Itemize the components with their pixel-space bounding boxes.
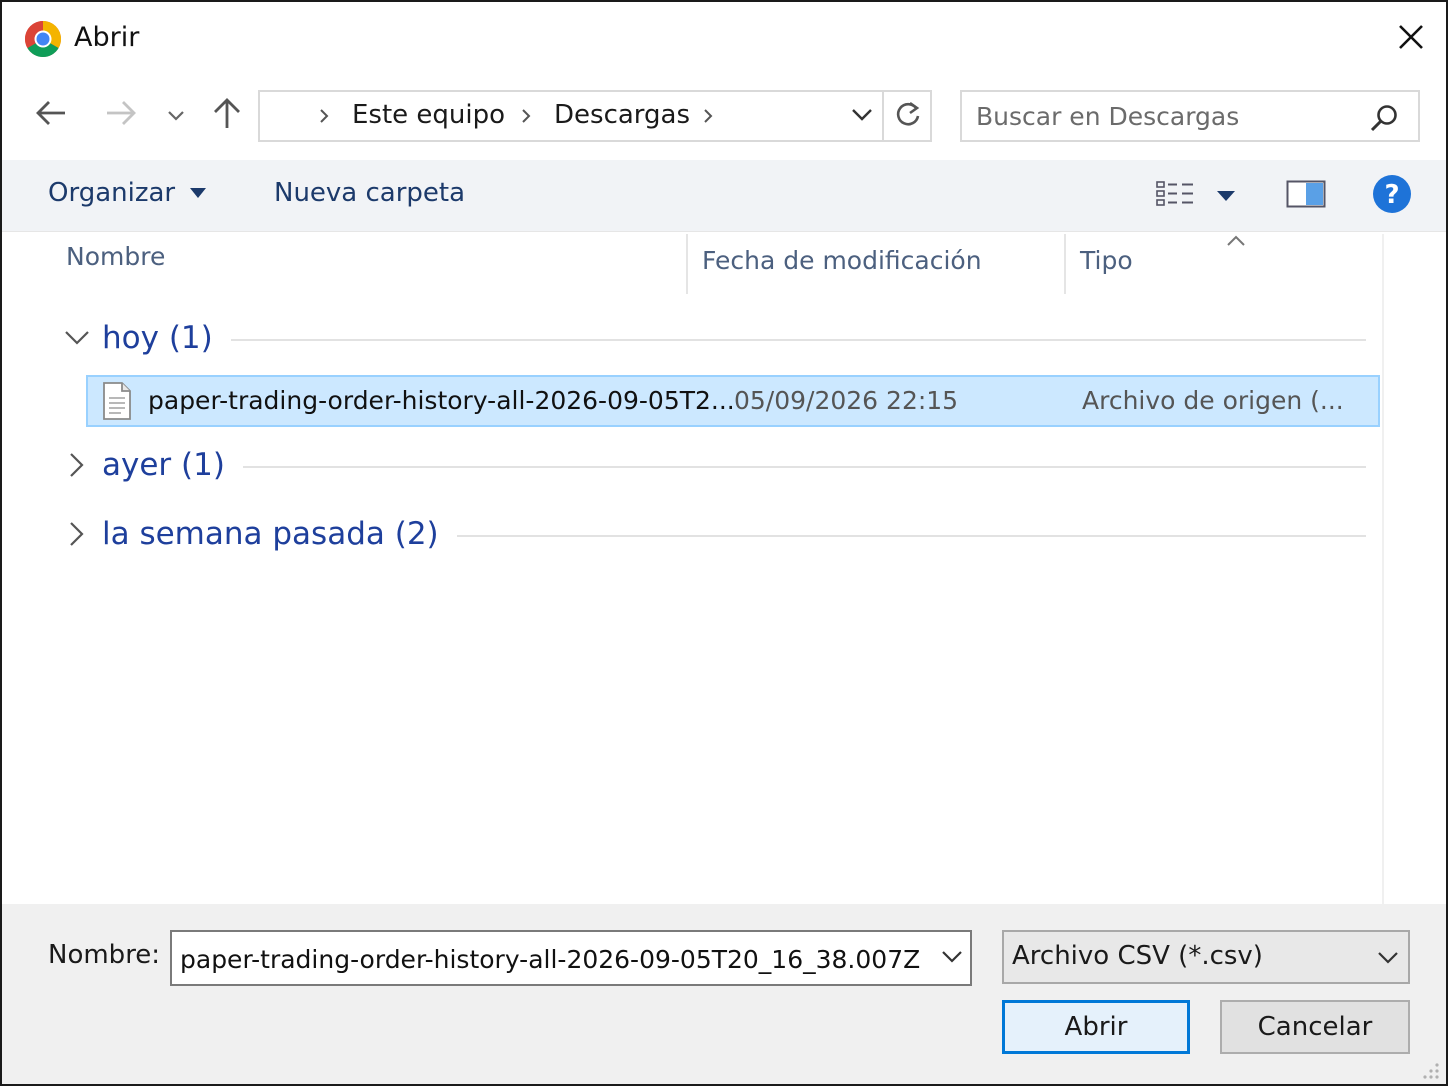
column-header-name[interactable]: Nombre — [66, 242, 165, 271]
svg-text:?: ? — [1384, 180, 1399, 210]
chevron-down-icon — [1370, 938, 1406, 978]
chevron-down-icon — [851, 107, 873, 126]
file-modified-date: 05/09/2026 22:15 — [734, 386, 959, 415]
group-semana-pasada[interactable]: la semana pasada (2) — [62, 506, 1366, 562]
title-bar: Abrir — [2, 2, 1446, 76]
breadcrumb-descargas[interactable]: Descargas — [554, 100, 690, 130]
column-header-modified[interactable]: Fecha de modificación — [702, 246, 982, 275]
help-button[interactable]: ? — [1368, 174, 1416, 218]
group-divider — [242, 466, 1366, 468]
filename-combobox[interactable] — [170, 930, 972, 986]
view-options-dropdown[interactable] — [1208, 174, 1244, 218]
file-row-selected[interactable]: paper-trading-order-history-all-2026-09-… — [86, 375, 1380, 427]
breadcrumb-este-equipo[interactable]: Este equipo — [352, 100, 505, 130]
scroll-track — [1382, 234, 1384, 904]
sort-ascending-icon — [1224, 230, 1248, 250]
resize-grip-icon[interactable] — [1420, 1060, 1440, 1080]
chevron-right-icon — [698, 104, 718, 128]
forward-button[interactable] — [98, 94, 144, 136]
up-folder-button[interactable] — [204, 94, 250, 136]
address-divider — [882, 92, 884, 140]
new-folder-button[interactable]: Nueva carpeta — [274, 178, 465, 208]
back-button[interactable] — [28, 94, 74, 136]
arrow-up-icon — [212, 97, 242, 133]
search-icon[interactable] — [1366, 100, 1402, 136]
search-input[interactable] — [976, 98, 1356, 134]
window-title: Abrir — [74, 22, 140, 53]
group-label: hoy (1) — [102, 320, 213, 356]
column-divider[interactable] — [1064, 234, 1066, 294]
search-box[interactable] — [960, 90, 1420, 142]
file-name: paper-trading-order-history-all-2026-09-… — [148, 386, 735, 415]
arrow-right-icon — [105, 99, 137, 131]
organize-button[interactable]: Organizar — [48, 178, 207, 208]
command-toolbar: Organizar Nueva carpeta ? — [2, 160, 1446, 232]
close-icon — [1398, 24, 1424, 54]
chevron-down-icon — [62, 323, 92, 353]
group-divider — [456, 535, 1366, 537]
recent-locations-button[interactable] — [156, 94, 196, 136]
details-view-icon — [1155, 179, 1195, 213]
dialog-footer: Nombre: Archivo CSV (*.csv) Abrir Cancel… — [2, 904, 1446, 1084]
file-icon — [102, 381, 132, 421]
caret-down-icon — [1216, 187, 1236, 206]
chevron-right-icon — [62, 450, 92, 480]
column-divider[interactable] — [686, 234, 688, 294]
close-button[interactable] — [1388, 16, 1434, 62]
address-history-dropdown[interactable] — [844, 94, 880, 138]
filename-input[interactable] — [180, 940, 920, 978]
column-header-type[interactable]: Tipo — [1080, 246, 1133, 275]
chevron-right-icon — [314, 104, 334, 128]
preview-pane-button[interactable] — [1282, 174, 1330, 218]
filename-dropdown-button[interactable] — [934, 938, 970, 978]
chevron-down-icon — [941, 949, 963, 968]
group-label: la semana pasada (2) — [102, 516, 439, 552]
open-file-dialog: Abrir Este equipo Descargas Buscar en De… — [0, 0, 1448, 1086]
group-ayer[interactable]: ayer (1) — [62, 437, 1366, 493]
chevron-right-icon — [516, 104, 536, 128]
address-bar[interactable]: Este equipo Descargas — [258, 90, 932, 142]
refresh-icon — [894, 100, 922, 132]
arrow-left-icon — [35, 99, 67, 131]
chevron-down-icon — [168, 106, 184, 125]
chevron-right-icon — [62, 519, 92, 549]
group-label: ayer (1) — [102, 447, 225, 483]
change-view-button[interactable] — [1152, 174, 1198, 218]
filename-label: Nombre: — [48, 940, 161, 970]
help-icon: ? — [1372, 174, 1412, 218]
file-type-filter-value: Archivo CSV (*.csv) — [1012, 941, 1263, 971]
organize-label: Organizar — [48, 178, 176, 208]
file-type: Archivo de origen (... — [1082, 386, 1344, 415]
chrome-icon — [24, 20, 62, 58]
cancel-button[interactable]: Cancelar — [1220, 1000, 1410, 1054]
file-type-filter-select[interactable]: Archivo CSV (*.csv) — [1002, 930, 1410, 984]
preview-pane-icon — [1286, 180, 1326, 212]
open-button[interactable]: Abrir — [1002, 1000, 1190, 1054]
caret-down-icon — [189, 187, 207, 199]
refresh-button[interactable] — [886, 94, 930, 138]
group-hoy[interactable]: hoy (1) — [62, 310, 1366, 366]
group-divider — [230, 339, 1366, 341]
